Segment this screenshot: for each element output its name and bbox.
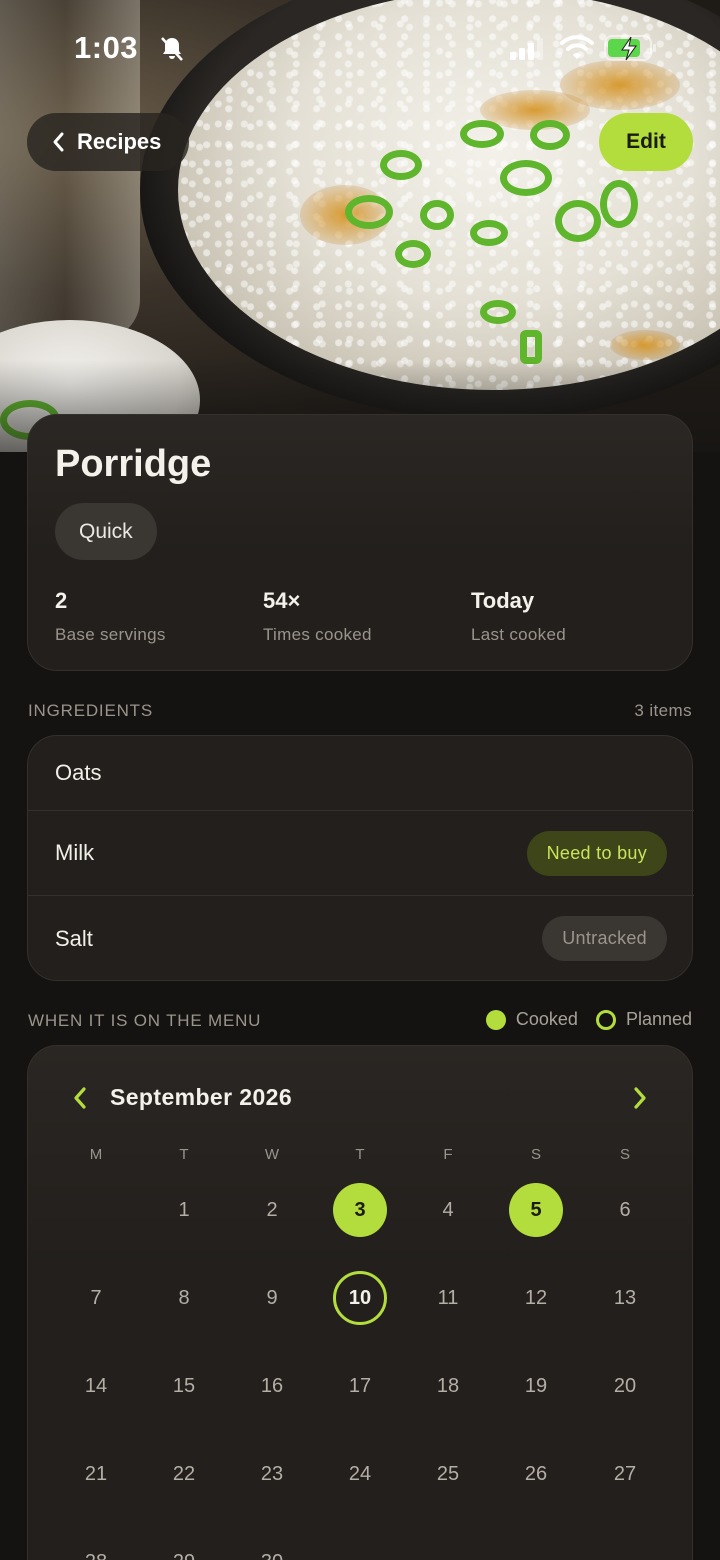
weekday-label: W	[264, 1146, 280, 1163]
status-time: 1:03	[74, 30, 139, 65]
calendar-day-23[interactable]: 23	[245, 1447, 299, 1501]
menu-calendar: September 2026 M T W T F S S 1 2 3 4 5 6 7 8 9 10 11 12 13 1…	[27, 1045, 693, 1560]
cellular-signal-icon	[510, 38, 543, 60]
weekday-label: M	[89, 1146, 103, 1163]
stat-last-cooked: Today Last cooked	[471, 588, 566, 645]
calendar-day-15[interactable]: 15	[157, 1359, 211, 1413]
calendar-day-3[interactable]: 3	[333, 1183, 387, 1237]
planned-ring-icon	[595, 1009, 616, 1030]
calendar-day-1[interactable]: 1	[157, 1183, 211, 1237]
ingredient-name: Salt	[55, 925, 93, 951]
calendar-day-11[interactable]: 11	[421, 1271, 475, 1325]
calendar-day-7[interactable]: 7	[69, 1271, 123, 1325]
edit-button[interactable]: Edit	[599, 113, 693, 171]
calendar-day-18[interactable]: 18	[421, 1359, 475, 1413]
calendar-day-30[interactable]: 30	[245, 1535, 299, 1560]
ingredient-name: Milk	[55, 840, 95, 865]
stat-value: 2	[55, 588, 68, 613]
calendar-day-21[interactable]: 21	[69, 1447, 123, 1501]
recipe-tag[interactable]: Quick	[55, 503, 157, 560]
battery-charging-icon	[604, 35, 656, 61]
cooked-dot-icon	[485, 1009, 506, 1030]
calendar-day-9[interactable]: 9	[245, 1271, 299, 1325]
ingredients-count: 3 items	[634, 701, 692, 720]
chevron-left-icon[interactable]	[72, 1086, 88, 1110]
calendar-day-19[interactable]: 19	[509, 1359, 563, 1413]
recipe-summary-card: Porridge Quick 2 Base servings 54× Times…	[27, 414, 693, 671]
chevron-left-icon	[53, 132, 64, 152]
calendar-day-17[interactable]: 17	[333, 1359, 387, 1413]
stat-base-servings: 2 Base servings	[55, 588, 166, 645]
menu-heading: WHEN IT IS ON THE MENU	[28, 1011, 262, 1030]
untracked-badge[interactable]: Untracked	[542, 916, 667, 961]
calendar-legend: Cooked Planned	[485, 1009, 692, 1030]
stat-label: Times cooked	[263, 625, 372, 644]
legend-cooked: Cooked	[485, 1009, 578, 1030]
calendar-header: September 2026	[28, 1082, 694, 1116]
calendar-day-14[interactable]: 14	[69, 1359, 123, 1413]
legend-planned-label: Planned	[625, 1009, 692, 1029]
calendar-day-22[interactable]: 22	[157, 1447, 211, 1501]
stat-label: Base servings	[55, 625, 166, 644]
chevron-right-icon[interactable]	[632, 1086, 648, 1110]
calendar-day-16[interactable]: 16	[245, 1359, 299, 1413]
legend-cooked-label: Cooked	[515, 1009, 578, 1029]
ingredients-heading: INGREDIENTS	[28, 701, 153, 720]
ingredient-row-milk[interactable]: Milk Need to buy	[28, 810, 694, 895]
calendar-day-25[interactable]: 25	[421, 1447, 475, 1501]
calendar-day-6[interactable]: 6	[598, 1183, 652, 1237]
weekday-label: S	[619, 1146, 630, 1163]
ingredient-row-salt[interactable]: Salt Untracked	[28, 895, 694, 981]
calendar-day-29[interactable]: 29	[157, 1535, 211, 1560]
weekday-label: T	[355, 1146, 365, 1163]
calendar-day-27[interactable]: 27	[598, 1447, 652, 1501]
calendar-day-24[interactable]: 24	[333, 1447, 387, 1501]
calendar-day-26[interactable]: 26	[509, 1447, 563, 1501]
ingredient-name: Oats	[55, 760, 102, 785]
calendar-day-8[interactable]: 8	[157, 1271, 211, 1325]
weekday-label: T	[179, 1146, 189, 1163]
back-to-recipes-button[interactable]: Recipes	[27, 113, 189, 171]
calendar-day-13[interactable]: 13	[598, 1271, 652, 1325]
calendar-day-4[interactable]: 4	[421, 1183, 475, 1237]
stat-value: Today	[471, 588, 535, 613]
stat-times-cooked: 54× Times cooked	[263, 588, 372, 645]
calendar-month-title: September 2026	[110, 1084, 293, 1110]
calendar-day-10[interactable]: 10	[333, 1271, 387, 1325]
recipe-title: Porridge	[55, 443, 212, 485]
calendar-day-2[interactable]: 2	[245, 1183, 299, 1237]
weekday-label: S	[530, 1146, 541, 1163]
weekday-label: F	[443, 1146, 453, 1163]
stat-label: Last cooked	[471, 625, 566, 644]
need-to-buy-badge[interactable]: Need to buy	[526, 830, 667, 876]
legend-planned: Planned	[595, 1009, 692, 1030]
back-button-label: Recipes	[77, 129, 162, 154]
ingredients-list: Oats Milk Need to buy Salt Untracked	[27, 735, 694, 981]
calendar-day-5[interactable]: 5	[509, 1183, 563, 1237]
calendar-day-12[interactable]: 12	[509, 1271, 563, 1325]
calendar-day-28[interactable]: 28	[69, 1535, 123, 1560]
stat-value: 54×	[263, 588, 301, 613]
status-bar: 1:03	[0, 0, 720, 96]
ingredient-row-oats[interactable]: Oats	[28, 736, 694, 810]
wifi-icon	[560, 35, 594, 59]
bell-muted-icon	[161, 37, 183, 61]
calendar-day-20[interactable]: 20	[598, 1359, 652, 1413]
